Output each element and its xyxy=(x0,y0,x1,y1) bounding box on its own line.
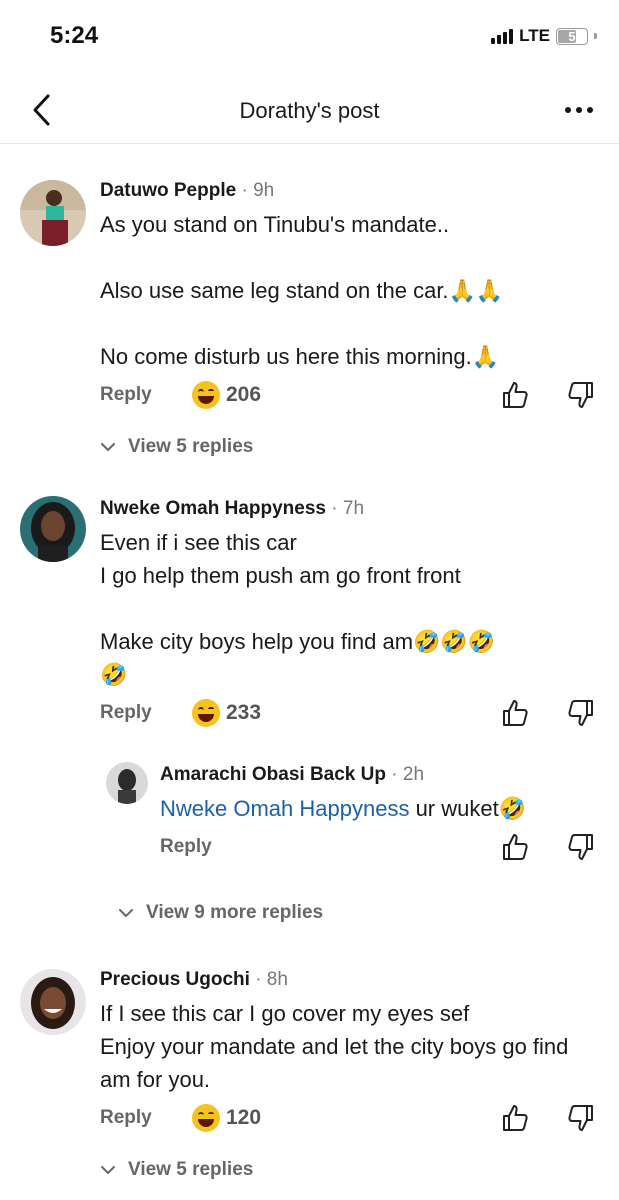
view-more-replies-button[interactable]: View 9 more replies xyxy=(118,902,323,924)
thumbs-up-icon[interactable] xyxy=(501,380,529,410)
laughing-emoji-icon xyxy=(192,699,220,727)
reaction-summary[interactable]: 120 xyxy=(192,1104,261,1132)
avatar-image xyxy=(20,496,86,562)
comment: Nweke Omah Happyness · 7h Even if i see … xyxy=(0,496,619,936)
comment-text: Even if i see this car I go help them pu… xyxy=(100,530,496,687)
view-replies-button[interactable]: View 5 replies xyxy=(100,1159,253,1181)
comment-header: Nweke Omah Happyness · 7h xyxy=(100,496,599,522)
avatar[interactable] xyxy=(20,496,86,562)
network-type: LTE xyxy=(519,26,550,45)
chevron-down-icon xyxy=(101,443,115,452)
laughing-emoji-icon xyxy=(192,381,220,409)
nested-reply: Amarachi Obasi Back Up · 2h Nweke Omah H… xyxy=(0,762,619,872)
reply-button[interactable]: Reply xyxy=(100,702,152,724)
reaction-count: 120 xyxy=(226,1106,262,1129)
reply-button[interactable]: Reply xyxy=(100,384,152,406)
avatar-image xyxy=(20,969,86,1035)
more-dot xyxy=(565,107,571,113)
comment-time: · 8h xyxy=(255,969,288,990)
commenter-name[interactable]: Precious Ugochi xyxy=(100,969,250,990)
comment-time: · 7h xyxy=(331,498,365,519)
laughing-emoji-icon xyxy=(192,1104,220,1132)
thumbs-down-icon[interactable] xyxy=(567,1103,595,1133)
comment-text: If I see this car I go cover my eyes sef… xyxy=(100,1001,569,1092)
page-title: Dorathy's post xyxy=(239,98,380,123)
reply-actions: Reply xyxy=(160,834,599,866)
thumbs-down-icon[interactable] xyxy=(567,832,595,862)
reply-button[interactable]: Reply xyxy=(100,1107,152,1129)
more-dot xyxy=(587,107,593,113)
commenter-name[interactable]: Amarachi Obasi Back Up xyxy=(160,764,386,785)
commenter-name[interactable]: Datuwo Pepple xyxy=(100,180,236,201)
avatar[interactable] xyxy=(106,762,148,804)
header: Dorathy's post xyxy=(0,78,619,144)
reply-header: Amarachi Obasi Back Up · 2h xyxy=(160,762,599,788)
comment-actions: Reply 120 xyxy=(100,1104,599,1137)
avatar[interactable] xyxy=(20,180,86,246)
battery-level: 5 xyxy=(568,28,576,44)
comment-header: Datuwo Pepple · 9h xyxy=(100,178,599,204)
reply-text: Nweke Omah Happyness ur wuket🤣 xyxy=(160,792,599,825)
status-indicators: LTE 5 xyxy=(491,26,597,46)
reply-text-body: ur wuket🤣 xyxy=(409,796,527,821)
thumbs-up-icon[interactable] xyxy=(501,832,529,862)
comment: Precious Ugochi · 8h If I see this car I… xyxy=(0,967,619,1197)
comment-actions: Reply 233 xyxy=(100,699,599,732)
chevron-down-icon xyxy=(119,909,133,918)
thumbs-up-icon[interactable] xyxy=(501,1103,529,1133)
commenter-name[interactable]: Nweke Omah Happyness xyxy=(100,498,326,519)
mention-link[interactable]: Nweke Omah Happyness xyxy=(160,796,409,821)
reaction-summary[interactable]: 206 xyxy=(192,381,261,409)
more-options-button[interactable] xyxy=(561,100,597,120)
comment-actions: Reply 206 xyxy=(100,381,599,414)
reaction-count: 233 xyxy=(226,701,262,724)
comment-header: Precious Ugochi · 8h xyxy=(100,967,599,993)
view-replies-label: View 5 replies xyxy=(128,436,254,457)
thumbs-down-icon[interactable] xyxy=(567,698,595,728)
status-time: 5:24 xyxy=(50,22,99,49)
reaction-summary[interactable]: 233 xyxy=(192,699,261,727)
thumbs-down-icon[interactable] xyxy=(567,380,595,410)
view-replies-label: View 9 more replies xyxy=(146,902,324,923)
avatar[interactable] xyxy=(20,969,86,1035)
comment-text: As you stand on Tinubu's mandate.. Also … xyxy=(100,212,504,369)
avatar-image xyxy=(20,180,86,246)
battery-tip xyxy=(594,33,597,39)
comment-time: · 2h xyxy=(391,764,425,785)
chevron-down-icon xyxy=(101,1166,115,1175)
view-replies-label: View 5 replies xyxy=(128,1159,254,1180)
view-replies-button[interactable]: View 5 replies xyxy=(100,436,253,458)
battery-icon: 5 xyxy=(556,27,588,45)
more-dot xyxy=(576,107,582,113)
comment-time: · 9h xyxy=(241,180,275,201)
reaction-count: 206 xyxy=(226,383,262,406)
reply-button[interactable]: Reply xyxy=(160,836,212,858)
thumbs-up-icon[interactable] xyxy=(501,698,529,728)
avatar-image xyxy=(106,762,148,804)
comment: Datuwo Pepple · 9h As you stand on Tinub… xyxy=(0,178,619,468)
signal-icon xyxy=(491,28,514,44)
status-bar: 5:24 LTE 5 xyxy=(0,0,619,78)
